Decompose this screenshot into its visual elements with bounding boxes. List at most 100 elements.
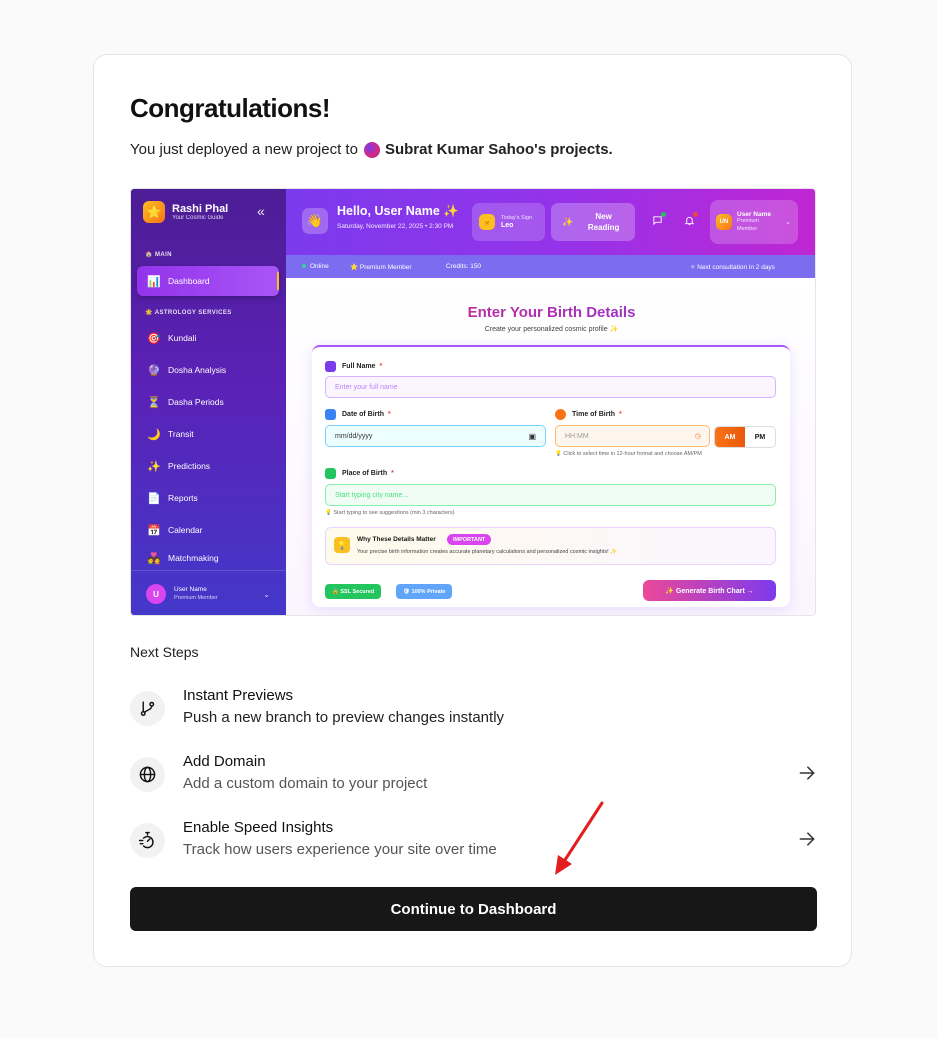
calendar-icon: 📅 [147,524,161,537]
arrow-right-icon[interactable] [797,829,817,849]
preview-header-user-role: Premium Member [737,218,760,232]
annotation-arrow-icon [555,801,604,875]
preview-pob-hint: 💡 Start typing to see suggestions (min 3… [325,510,455,516]
globe-icon [130,757,165,792]
preview-birth-form: Full Name * Enter your full name Date of … [312,345,790,607]
deployment-preview[interactable]: ⭐ Rashi Phal Your Cosmic Guide « 🏠 MAIN … [130,188,816,616]
subtitle-prefix: You just deployed a new project to [130,141,358,158]
step-speed-insights[interactable]: Enable Speed Insights Track how users ex… [130,819,817,865]
deployment-success-card: Congratulations! You just deployed a new… [93,54,852,967]
preview-brand: ⭐ Rashi Phal Your Cosmic Guide [143,201,228,223]
preview-fullname-label: Full Name * [325,361,382,372]
preview-brand-tagline: Your Cosmic Guide [172,215,224,221]
collapse-sidebar-icon: « [257,203,265,219]
preview-generate-button: ✨ Generate Birth Chart → [643,580,776,601]
preview-tob-hint: 💡 Click to select time in 12-hour format… [555,451,702,457]
clock-icon: ◷ [694,433,701,440]
wave-icon: 👋 [302,208,328,234]
preview-status-premium: ⭐ Premium Member [350,263,412,271]
step-description: Add a custom domain to your project [183,775,428,792]
preview-nav-dosha: 🔮 Dosha Analysis [147,364,227,377]
preview-nav-reports: 📄 Reports [147,492,198,505]
sparkle-icon: ✨ [562,216,574,227]
preview-sidebar-user: U User Name Premium Member ⌄ [131,570,286,615]
preview-private-badge: 🛡 100% Private [396,584,453,599]
preview-nav-kundali: 🎯 Kundali [147,332,197,345]
preview-date: Saturday, November 22, 2025 • 2:30 PM [337,223,454,230]
preview-pob-label: Place of Birth * [325,468,394,479]
preview-section-services: 🌟 ASTROLOGY SERVICES [145,310,232,316]
chevron-down-icon: ⌄ [785,219,791,226]
preview-nav-matchmaking: 💑 Matchmaking [147,552,219,565]
hourglass-icon: ⏳ [147,396,161,409]
preview-sidebar: ⭐ Rashi Phal Your Cosmic Guide « 🏠 MAIN … [131,189,286,615]
git-branch-icon [130,691,165,726]
crystal-ball-icon: 🔮 [147,364,161,377]
preview-tob-input: HH:MM ◷ [555,425,710,447]
document-icon: 📄 [147,492,161,505]
moon-icon: 🌙 [147,428,161,441]
preview-status-online: Online [302,263,329,270]
preview-status-next: ✧ Next consultation in 2 days [690,263,775,271]
preview-why-callout: 💡 Why These Details Matter IMPORTANT You… [325,527,776,565]
preview-ssl-badge: 🔒 SSL Secured [325,584,382,599]
preview-topbar: 👋 Hello, User Name ✨ Saturday, November … [286,189,815,255]
preview-pm-option: PM [754,433,766,441]
chat-icon [652,212,666,229]
preview-new-reading-button: ✨ New Reading [551,203,635,241]
preview-status-credits: Credits: 150 [446,263,482,270]
preview-tob-label: Time of Birth * [555,409,622,420]
status-badge: IMPORTANT [447,534,492,545]
team-name: Subrat Kumar Sahoo's projects. [384,141,613,158]
preview-section-main: 🏠 MAIN [145,252,172,258]
sun-icon: 🌞 [479,214,495,230]
preview-header-user: UN User Name Premium Member ⌄ [710,200,798,244]
preview-form-title: Enter Your Birth Details [286,304,815,321]
preview-am-option: AM [715,427,745,447]
preview-sign-label: Today's Sign [501,215,533,221]
preview-nav-dasha: ⏳ Dasha Periods [147,396,224,409]
avatar: UN [716,214,732,230]
preview-sign-chip: 🌞 Today's Sign Leo [472,203,545,241]
preview-why-title: Why These Details Matter [357,536,436,543]
avatar: U [146,584,166,604]
preview-ampm-toggle: AM PM [714,426,776,448]
step-name: Add Domain [183,753,266,770]
step-name: Instant Previews [183,687,294,704]
preview-main: 👋 Hello, User Name ✨ Saturday, November … [286,189,815,615]
step-description: Push a new branch to preview changes ins… [183,709,505,726]
couple-icon: 💑 [147,552,161,565]
preview-nav-transit: 🌙 Transit [147,428,194,441]
preview-body: Enter Your Birth Details Create your per… [286,278,815,615]
preview-status-bar: Online ⭐ Premium Member Credits: 150 ✧ N… [286,255,815,278]
preview-user-name: User Name [174,586,207,593]
preview-pob-input: Start typing city name... [325,484,776,506]
step-add-domain[interactable]: Add Domain Add a custom domain to your p… [130,753,817,799]
team-avatar [363,141,380,158]
preview-dob-input: mm/dd/yyyy ▣ [325,425,546,447]
speed-insights-icon [130,823,165,858]
continue-to-dashboard-button[interactable]: Continue to Dashboard [130,887,817,931]
arrow-right-icon[interactable] [797,763,817,783]
next-steps-heading: Next Steps [130,644,199,660]
chart-icon: 📊 [147,275,161,288]
preview-nav-dashboard: 📊 Dashboard [137,266,279,296]
calendar-icon: ▣ [528,431,536,441]
lightbulb-icon: 💡 [334,537,350,553]
preview-nav-calendar: 📅 Calendar [147,524,203,537]
page-title: Congratulations! [130,93,331,123]
preview-new-reading-label: New Reading [587,212,620,232]
preview-greeting: Hello, User Name ✨ [337,204,459,218]
preview-fullname-input: Enter your full name [325,376,776,398]
sparkles-icon: ✨ [147,460,161,473]
deploy-subtitle: You just deployed a new project to Subra… [130,141,613,158]
preview-nav-predictions: ✨ Predictions [147,460,211,473]
chevron-down-icon: ⌄ [263,589,270,599]
preview-user-role: Premium Member [174,595,218,601]
target-icon: 🎯 [147,332,161,345]
star-logo-icon: ⭐ [143,201,165,223]
preview-form-subtitle: Create your personalized cosmic profile … [484,326,619,333]
preview-dob-label: Date of Birth * [325,409,391,420]
bell-icon [684,212,698,229]
preview-brand-name: Rashi Phal [172,203,229,215]
